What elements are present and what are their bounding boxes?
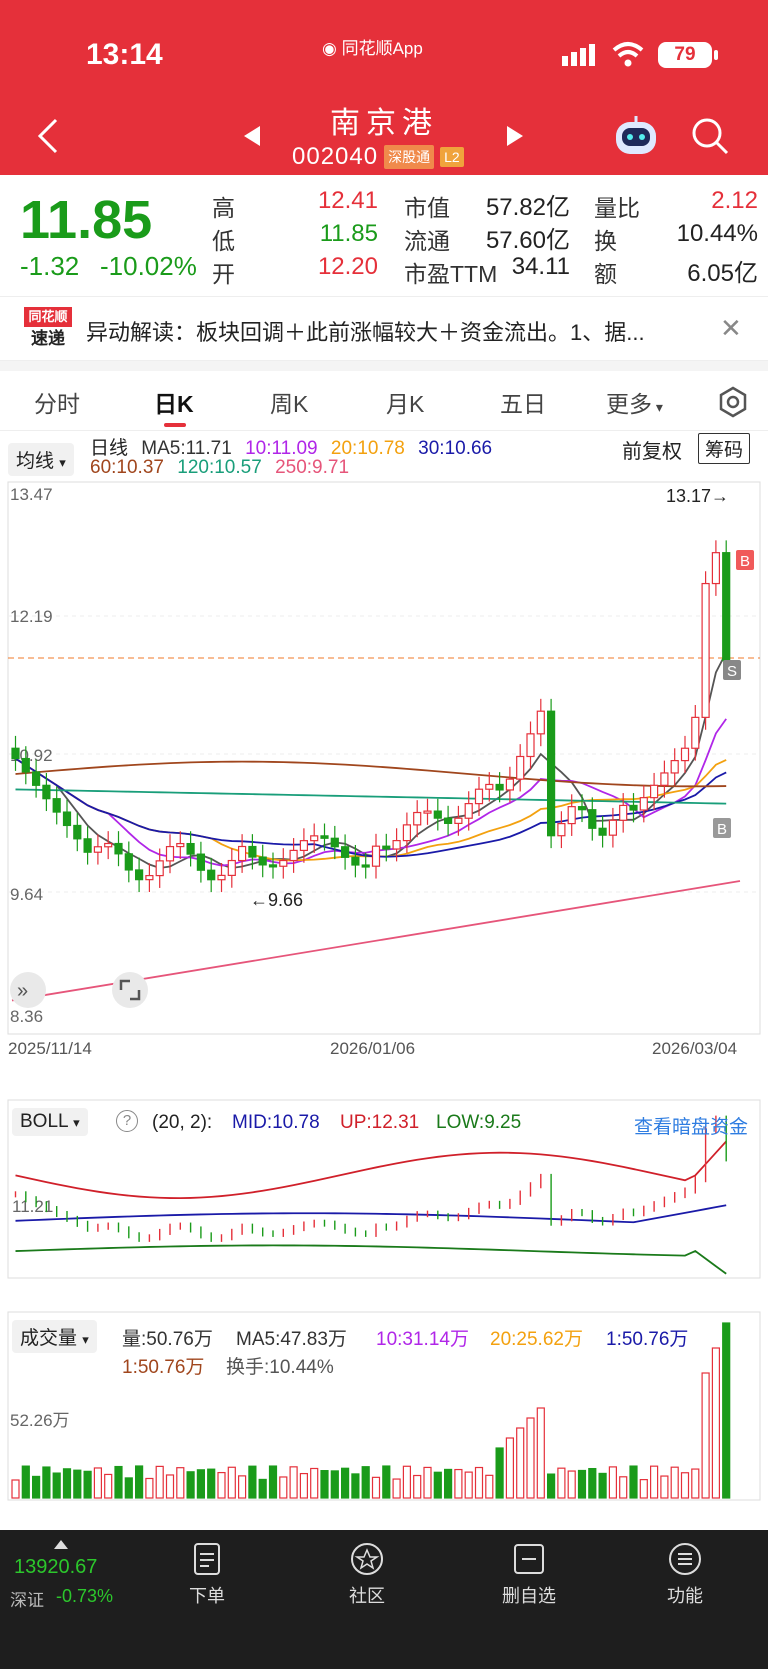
- svg-text:B: B: [717, 821, 727, 838]
- index-change: -0.73%: [56, 1586, 114, 1606]
- search-icon[interactable]: [690, 116, 730, 156]
- boll-legend: BOLL ▾ ? (20, 2): MID:10.78 UP:12.31 LOW…: [12, 1106, 762, 1142]
- community-icon: [351, 1543, 383, 1575]
- candles: [11, 540, 731, 893]
- menu-icon: [669, 1543, 701, 1575]
- tab-weekly-k[interactable]: 周K: [270, 385, 308, 419]
- community-button[interactable]: 社区: [322, 1542, 412, 1608]
- order-icon: [194, 1543, 220, 1575]
- next-stock-icon[interactable]: [505, 124, 525, 148]
- status-time: 13:14: [86, 38, 163, 71]
- stock-code-row: 002040 深股通 L2: [292, 142, 464, 172]
- tab-intraday[interactable]: 分时: [34, 385, 80, 419]
- date-left: 2025/11/14: [8, 1039, 92, 1058]
- marker-b-bottom[interactable]: B: [713, 818, 731, 838]
- last-price: 11.85: [20, 190, 153, 250]
- status-icons: 79: [560, 40, 750, 70]
- y-top-label: 13.47: [10, 485, 53, 504]
- ma-lines: [11, 652, 741, 1002]
- pe-value: 34.11: [511, 253, 570, 280]
- price-change-pct: -10.02%: [100, 251, 197, 281]
- help-icon[interactable]: ?: [116, 1110, 138, 1132]
- close-icon[interactable]: ✕: [720, 313, 742, 344]
- mcap-label: 市值: [404, 195, 450, 221]
- wifi-icon: [612, 42, 644, 67]
- kline-frame: [7, 481, 761, 1035]
- index-name: 深证: [10, 1591, 44, 1610]
- high-label: 高: [212, 195, 235, 221]
- volume-ratio-value: 2.12: [711, 187, 758, 214]
- dark-pool-link[interactable]: 查看暗盘资金: [634, 1112, 748, 1139]
- volume-axis-label: 52.26万: [10, 1411, 70, 1430]
- float-label: 流通: [404, 228, 450, 254]
- turnover-label: 换: [594, 228, 617, 254]
- battery-tip: [714, 50, 718, 60]
- mcap-value: 57.82亿: [485, 194, 570, 221]
- bottom-bar: 13920.67 深证 -0.73% 下单 社区 删自选 功能: [0, 1530, 768, 1669]
- y-bottom-label: 8.36: [10, 1007, 43, 1026]
- indicator-select-boll[interactable]: BOLL ▾: [12, 1108, 88, 1136]
- signal-icon: [562, 44, 595, 66]
- date-mid: 2026/01/06: [330, 1039, 415, 1058]
- battery-icon: 79: [658, 42, 712, 68]
- open-value: 12.20: [317, 253, 378, 280]
- high-value: 12.41: [317, 187, 378, 214]
- ma-line-2: 60:10.37 120:10.57 250:9.71: [90, 457, 350, 478]
- robot-assistant-icon[interactable]: [612, 114, 660, 158]
- remove-watchlist-icon: [514, 1544, 544, 1574]
- volume-legend: 成交量 ▾ 量:50.76万 MA5:47.83万 10:31.14万 20:2…: [12, 1318, 762, 1378]
- fullscreen-button[interactable]: [112, 972, 148, 1008]
- amount-value: 6.05亿: [687, 260, 758, 287]
- status-app-label: ◉ 同花顺App: [322, 39, 423, 58]
- svg-text:B: B: [740, 553, 750, 570]
- chip-distribution-button[interactable]: 筹码: [698, 433, 751, 464]
- expand-left-button[interactable]: »: [10, 972, 46, 1008]
- functions-button[interactable]: 功能: [640, 1542, 730, 1608]
- settings-icon[interactable]: [716, 385, 750, 419]
- marker-b-top[interactable]: B: [736, 550, 754, 570]
- y-mid1-label: 12.19: [10, 607, 53, 626]
- tab-more[interactable]: 更多 ▾: [606, 385, 663, 419]
- low-label: 低: [212, 228, 235, 254]
- ma-line-1: 日线 MA5:11.71 10:11.09 20:10.78 30:10.66: [90, 438, 493, 459]
- indicator-select-ma[interactable]: 均线 ▾: [8, 443, 74, 476]
- caret-down-icon: ▾: [652, 399, 663, 415]
- ma-legend: 均线 ▾ 日线 MA5:11.71 10:11.09 20:10.78 30:1…: [0, 431, 768, 485]
- quote-panel: 11.85 -1.32 -10.02% 高 低 开 12.41 11.85 12…: [0, 175, 768, 297]
- date-right: 2026/03/04: [652, 1039, 737, 1058]
- y-low-label: 9.64: [10, 885, 43, 904]
- app-header: 13:14 ◉ 同花顺App 79 南京港 002040 深股通 L2: [0, 0, 768, 175]
- low-value: 11.85: [319, 220, 378, 247]
- active-tab-indicator: [164, 423, 186, 427]
- index-value[interactable]: 13920.67: [14, 1556, 97, 1579]
- section-gap: [0, 361, 768, 371]
- indicator-select-volume[interactable]: 成交量 ▾: [12, 1320, 97, 1353]
- app-logo-icon: ◉: [322, 39, 337, 58]
- period-high-note: 13.17→: [666, 486, 729, 506]
- svg-text:S: S: [727, 663, 737, 680]
- period-tabs: 分时 日K 周K 月K 五日 更多 ▾: [0, 371, 768, 431]
- hk-connect-tag: 深股通: [384, 145, 435, 169]
- tab-daily-k[interactable]: 日K: [154, 385, 194, 419]
- svg-text:»: »: [17, 980, 28, 1002]
- volume-ratio-label: 量比: [594, 195, 640, 221]
- expand-up-icon[interactable]: [54, 1540, 68, 1549]
- tab-five-day[interactable]: 五日: [500, 385, 546, 419]
- stock-code: 002040: [292, 143, 379, 170]
- news-text[interactable]: 异动解读：板块回调＋此前涨幅较大＋资金流出。1、据...: [86, 315, 645, 347]
- adjust-toggle[interactable]: 前复权: [622, 435, 682, 464]
- period-low-note: ←9.66: [250, 890, 303, 910]
- float-value: 57.60亿: [485, 227, 570, 254]
- order-button[interactable]: 下单: [162, 1542, 252, 1608]
- price-change: -1.32: [20, 251, 80, 281]
- l2-tag: L2: [440, 147, 464, 167]
- tab-monthly-k[interactable]: 月K: [386, 385, 424, 419]
- turnover-value: 10.44%: [676, 220, 758, 247]
- open-label: 开: [212, 261, 235, 287]
- news-banner[interactable]: 同花顺 速递 异动解读：板块回调＋此前涨幅较大＋资金流出。1、据... ✕: [0, 297, 768, 361]
- remove-watchlist-button[interactable]: 删自选: [484, 1542, 574, 1608]
- news-logo: 同花顺 速递: [24, 307, 72, 351]
- amount-label: 额: [594, 261, 617, 287]
- marker-s[interactable]: S: [723, 660, 741, 680]
